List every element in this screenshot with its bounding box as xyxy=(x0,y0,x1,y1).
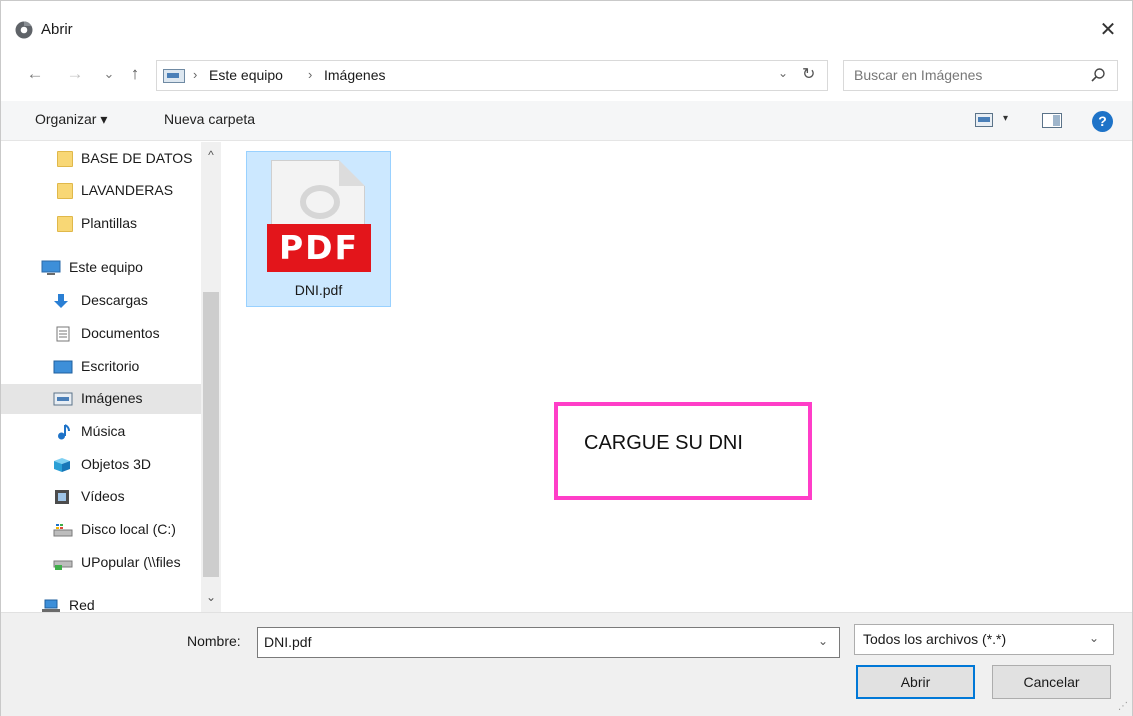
annotation-text: CARGUE SU DNI xyxy=(584,432,743,454)
sidebar-item-plantillas[interactable]: Plantillas xyxy=(1,209,201,239)
cancel-button[interactable]: Cancelar xyxy=(992,665,1111,699)
sidebar-item-lavanderas[interactable]: LAVANDERAS xyxy=(1,176,201,206)
sidebar-item-label: Objetos 3D xyxy=(81,456,152,472)
file-item-dni-pdf[interactable]: PDF DNI.pdf xyxy=(246,151,391,307)
sidebar-item-musica[interactable]: Música xyxy=(1,417,201,447)
scroll-up-chevron-icon[interactable]: ^ xyxy=(201,148,221,162)
sidebar-item-label: Plantillas xyxy=(81,215,138,231)
document-icon xyxy=(56,326,70,342)
breadcrumb-separator: › xyxy=(308,67,313,82)
open-file-dialog: Abrir ✕ ← → ⌄ ↑ › Este equipo › Imágenes… xyxy=(0,0,1133,716)
acrobat-watermark-icon xyxy=(300,185,340,219)
cube-icon xyxy=(54,458,70,472)
sidebar-item-red[interactable]: Red xyxy=(1,591,201,612)
file-name-field[interactable]: DNI.pdf ⌄ xyxy=(257,627,840,658)
address-bar[interactable]: › Este equipo › Imágenes ⌄ ↻ xyxy=(156,60,828,91)
network-drive-icon xyxy=(53,560,73,570)
file-name-dropdown-chevron-icon[interactable]: ⌄ xyxy=(818,634,828,648)
sidebar-item-label: Vídeos xyxy=(81,488,125,504)
search-input[interactable]: Buscar en Imágenes xyxy=(843,60,1118,91)
sidebar-item-label: Red xyxy=(69,597,95,612)
sidebar-item-objetos-3d[interactable]: Objetos 3D xyxy=(1,450,201,480)
breadcrumb-imagenes[interactable]: Imágenes xyxy=(324,67,385,83)
folder-icon xyxy=(57,151,73,167)
dialog-footer: Nombre: DNI.pdf ⌄ Todos los archivos (*.… xyxy=(1,612,1132,716)
file-name-label: DNI.pdf xyxy=(294,282,343,298)
address-dropdown-chevron-icon[interactable]: ⌄ xyxy=(778,66,788,80)
search-icon[interactable] xyxy=(1090,67,1106,83)
navigation-pane: BASE DE DATOS LAVANDERAS Plantillas Este… xyxy=(1,142,221,612)
new-folder-button[interactable]: Nueva carpeta xyxy=(164,111,255,127)
drive-icon xyxy=(53,524,73,537)
computer-icon xyxy=(41,260,61,275)
file-type-dropdown-chevron-icon[interactable]: ⌄ xyxy=(1089,631,1099,645)
breadcrumb-separator: › xyxy=(193,67,198,82)
recent-locations-chevron-icon[interactable]: ⌄ xyxy=(99,63,119,85)
network-icon xyxy=(42,599,60,612)
sidebar-item-label: BASE DE DATOS xyxy=(81,150,193,166)
file-type-select[interactable]: Todos los archivos (*.*) ⌄ xyxy=(854,624,1114,655)
organize-menu-button[interactable]: Organizar ▾ xyxy=(35,111,107,128)
preview-pane-icon[interactable] xyxy=(1042,113,1062,128)
sidebar-item-label: Disco local (C:) xyxy=(81,521,176,537)
folder-icon xyxy=(57,216,73,232)
file-name-value: DNI.pdf xyxy=(264,634,312,650)
change-view-icon[interactable] xyxy=(975,113,993,127)
sidebar-item-label: Documentos xyxy=(81,325,160,341)
command-toolbar: Organizar ▾ Nueva carpeta ▾ ? xyxy=(1,101,1132,141)
sidebar-item-imagenes[interactable]: Imágenes xyxy=(1,384,201,414)
video-icon xyxy=(55,490,69,504)
sidebar-item-base-de-datos[interactable]: BASE DE DATOS xyxy=(1,144,201,174)
sidebar-item-disco-local[interactable]: Disco local (C:) xyxy=(1,515,201,545)
forward-arrow-icon[interactable]: → xyxy=(65,63,85,85)
file-name-field-label: Nombre: xyxy=(187,633,241,649)
scroll-down-chevron-icon[interactable]: ⌄ xyxy=(201,590,221,604)
back-arrow-icon[interactable]: ← xyxy=(25,63,45,85)
close-icon[interactable]: ✕ xyxy=(1093,17,1123,43)
search-placeholder: Buscar en Imágenes xyxy=(854,67,983,83)
sidebar-item-label: Escritorio xyxy=(81,358,140,374)
pictures-location-icon xyxy=(163,69,185,83)
sidebar-item-documentos[interactable]: Documentos xyxy=(1,319,201,349)
pictures-icon xyxy=(53,392,73,406)
page-fold xyxy=(339,160,365,186)
sidebar-item-label: LAVANDERAS xyxy=(81,182,174,198)
sidebar-item-label: UPopular (\\files xyxy=(81,554,181,570)
breadcrumb-este-equipo[interactable]: Este equipo xyxy=(209,67,283,83)
annotation-callout: CARGUE SU DNI xyxy=(554,402,812,500)
dialog-title: Abrir xyxy=(41,21,73,38)
help-icon[interactable]: ? xyxy=(1092,111,1113,132)
browser-app-icon xyxy=(15,21,33,39)
desktop-icon xyxy=(53,360,73,374)
sidebar-item-este-equipo[interactable]: Este equipo xyxy=(1,253,201,283)
sidebar-item-descargas[interactable]: Descargas xyxy=(1,286,201,316)
folder-icon xyxy=(57,183,73,199)
view-options-dropdown-icon[interactable]: ▾ xyxy=(1003,113,1008,124)
file-type-value: Todos los archivos (*.*) xyxy=(863,631,1007,647)
resize-grip-icon[interactable]: ⋰ xyxy=(1118,701,1128,712)
pdf-badge: PDF xyxy=(267,224,371,272)
sidebar-item-label: Música xyxy=(81,423,126,439)
sidebar-item-label: Imágenes xyxy=(81,390,143,406)
up-arrow-icon[interactable]: ↑ xyxy=(125,63,145,85)
sidebar-item-upopular[interactable]: UPopular (\\files xyxy=(1,548,201,578)
sidebar-item-label: Descargas xyxy=(81,292,148,308)
download-icon xyxy=(54,294,68,308)
navigation-scrollbar[interactable]: ^ ⌄ xyxy=(201,142,221,612)
refresh-icon[interactable]: ↻ xyxy=(802,64,815,84)
sidebar-item-escritorio[interactable]: Escritorio xyxy=(1,352,201,382)
open-button[interactable]: Abrir xyxy=(856,665,975,699)
title-bar: Abrir ✕ xyxy=(1,1,1132,47)
sidebar-item-videos[interactable]: Vídeos xyxy=(1,482,201,512)
sidebar-item-label: Este equipo xyxy=(69,259,143,275)
scrollbar-thumb[interactable] xyxy=(203,292,219,577)
music-icon xyxy=(58,424,70,440)
